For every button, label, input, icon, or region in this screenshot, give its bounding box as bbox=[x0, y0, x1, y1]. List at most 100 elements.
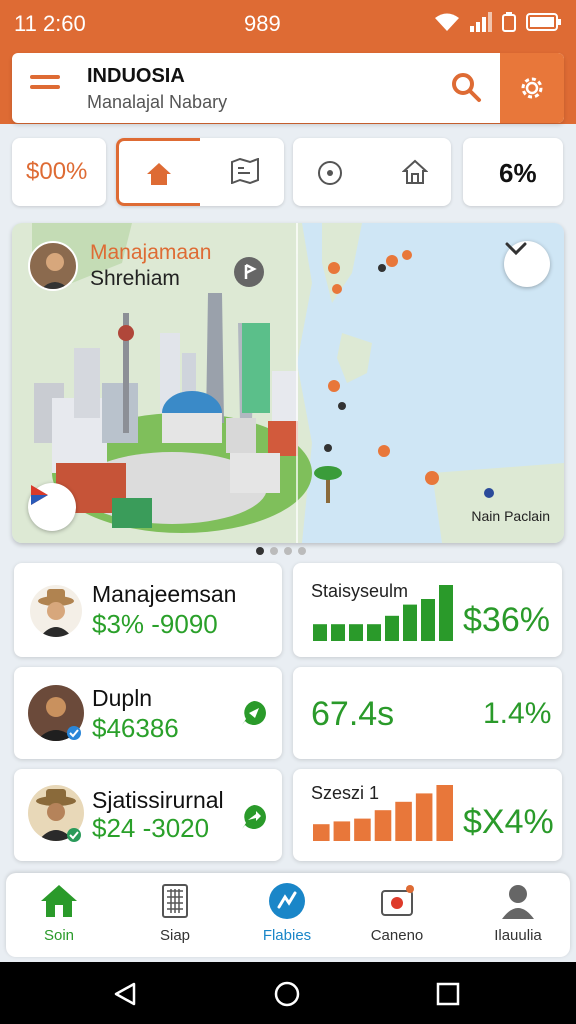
search-button[interactable] bbox=[448, 69, 484, 105]
play-icon bbox=[31, 485, 48, 505]
stats-bar-chart bbox=[313, 585, 453, 641]
carousel-dot[interactable] bbox=[298, 547, 306, 555]
wifi-icon bbox=[435, 13, 459, 31]
carousel-dot[interactable] bbox=[284, 547, 292, 555]
status-icons bbox=[434, 12, 562, 32]
stats-value: $36% bbox=[463, 601, 550, 639]
map-icon bbox=[231, 158, 259, 184]
status-bar: 11 2:60 989 bbox=[0, 0, 576, 48]
battery-icon bbox=[526, 13, 561, 31]
search-icon bbox=[452, 73, 481, 102]
menu-icon-line bbox=[30, 75, 60, 79]
stats-bar bbox=[331, 624, 345, 641]
verified-badge-icon bbox=[67, 726, 81, 740]
home-icon bbox=[41, 885, 77, 917]
activity-icon bbox=[269, 883, 305, 919]
system-nav-bar bbox=[0, 962, 576, 1024]
map-user-avatar[interactable] bbox=[28, 241, 78, 291]
percent-chip-right[interactable]: 6% bbox=[463, 138, 563, 206]
stats-bar bbox=[395, 801, 412, 841]
profile-card[interactable]: Dupln $46386 bbox=[14, 667, 282, 759]
nav-item-map[interactable]: Siap bbox=[125, 883, 225, 944]
metric-right-value: 1.4% bbox=[483, 697, 552, 730]
app-title: INDUOSIA bbox=[87, 65, 185, 87]
percent-chip-right-value: 6% bbox=[499, 158, 537, 188]
nav-item-camera[interactable]: Caneno bbox=[347, 883, 447, 944]
map-view-button[interactable] bbox=[216, 138, 284, 206]
message-icon[interactable] bbox=[240, 699, 268, 727]
recents-icon[interactable] bbox=[436, 982, 460, 1006]
stats-bar bbox=[313, 824, 330, 841]
profile-value: $46386 bbox=[92, 713, 179, 743]
share-icon[interactable] bbox=[240, 803, 268, 831]
map-card[interactable]: Manajamaan Shrehiam Nain Paclain bbox=[12, 223, 564, 543]
stats-bar-chart bbox=[313, 785, 453, 841]
app-bar: INDUOSIA Manalajal Nabary bbox=[12, 53, 564, 123]
nav-item-home[interactable]: Soin bbox=[9, 883, 109, 944]
stats-card[interactable]: Szeszi 1 $X4% bbox=[293, 769, 562, 861]
nav-item-activities[interactable]: Flabies bbox=[237, 883, 337, 944]
target-icon bbox=[318, 161, 342, 185]
gear-icon bbox=[521, 77, 543, 99]
user-icon bbox=[502, 885, 534, 919]
nav-item-label: Ilauulia bbox=[494, 927, 542, 944]
person-hat-icon bbox=[38, 589, 74, 637]
menu-icon-line bbox=[30, 85, 60, 89]
profile-card[interactable]: Sjatissirurnal $24 -3020 bbox=[14, 769, 282, 861]
bottom-nav: Soin Siap Flabies Caneno Ilauulia bbox=[6, 873, 570, 957]
map-expand-button[interactable] bbox=[504, 241, 550, 287]
stats-value: $X4% bbox=[463, 803, 554, 841]
camera-icon bbox=[381, 885, 414, 916]
map-title: Manajamaan bbox=[90, 241, 212, 264]
menu-button[interactable] bbox=[30, 75, 60, 101]
stats-bar bbox=[349, 624, 363, 641]
sim-icon bbox=[502, 12, 516, 32]
home-view-button[interactable] bbox=[116, 138, 200, 206]
percent-chip-left[interactable]: $00% bbox=[12, 138, 106, 206]
status-time: 11 2:60 bbox=[14, 11, 86, 36]
stats-bar bbox=[415, 793, 433, 841]
home-icon bbox=[147, 163, 171, 185]
stats-bar bbox=[367, 624, 381, 641]
metrics-card[interactable]: 67.4s 1.4% bbox=[293, 667, 562, 759]
nav-item-profile[interactable]: Ilauulia bbox=[468, 883, 568, 944]
avatar bbox=[30, 585, 82, 637]
location-toggle-group bbox=[293, 138, 451, 206]
stats-bar bbox=[436, 785, 453, 841]
profile-value: $3% -9090 bbox=[92, 609, 218, 639]
map-marker-button[interactable] bbox=[234, 257, 264, 287]
house-outline-icon bbox=[402, 159, 428, 184]
flag-icon bbox=[244, 263, 257, 279]
verified-badge-icon bbox=[67, 828, 81, 842]
stats-bar bbox=[374, 810, 392, 841]
stats-bar bbox=[403, 604, 417, 641]
stats-bar bbox=[333, 821, 351, 841]
house-button[interactable] bbox=[373, 138, 451, 206]
home-circle-icon[interactable] bbox=[274, 981, 300, 1007]
nav-item-label: Siap bbox=[159, 927, 191, 944]
stats-bar bbox=[313, 624, 327, 641]
profile-card[interactable]: Manajeemsan $3% -9090 bbox=[14, 563, 282, 657]
app-subtitle: Manalajal Nabary bbox=[87, 92, 228, 112]
map-play-button[interactable] bbox=[28, 483, 76, 531]
profile-value: $24 -3020 bbox=[92, 813, 210, 843]
stats-card[interactable]: Staisyseulm $36% bbox=[293, 563, 562, 657]
status-center-text: 989 bbox=[244, 11, 281, 36]
stats-bar bbox=[354, 818, 371, 841]
chevron-down-icon bbox=[505, 242, 527, 256]
carousel-dot[interactable] bbox=[270, 547, 278, 555]
map-place-label: Nain Paclain bbox=[471, 508, 550, 524]
profile-name: Manajeemsan bbox=[92, 581, 237, 607]
stats-bar bbox=[439, 585, 453, 641]
carousel-dot-active[interactable] bbox=[256, 547, 264, 555]
person-icon bbox=[41, 253, 69, 289]
metric-left-value: 67.4s bbox=[311, 695, 395, 733]
percent-chip-left-value: $00% bbox=[26, 158, 88, 185]
grid-icon bbox=[162, 884, 188, 918]
target-button[interactable] bbox=[293, 138, 373, 206]
view-toggle-group bbox=[116, 138, 284, 206]
back-icon[interactable] bbox=[112, 981, 138, 1007]
stats-bar bbox=[385, 615, 399, 641]
nav-item-label: Caneno bbox=[370, 927, 424, 944]
settings-button[interactable] bbox=[500, 53, 564, 123]
